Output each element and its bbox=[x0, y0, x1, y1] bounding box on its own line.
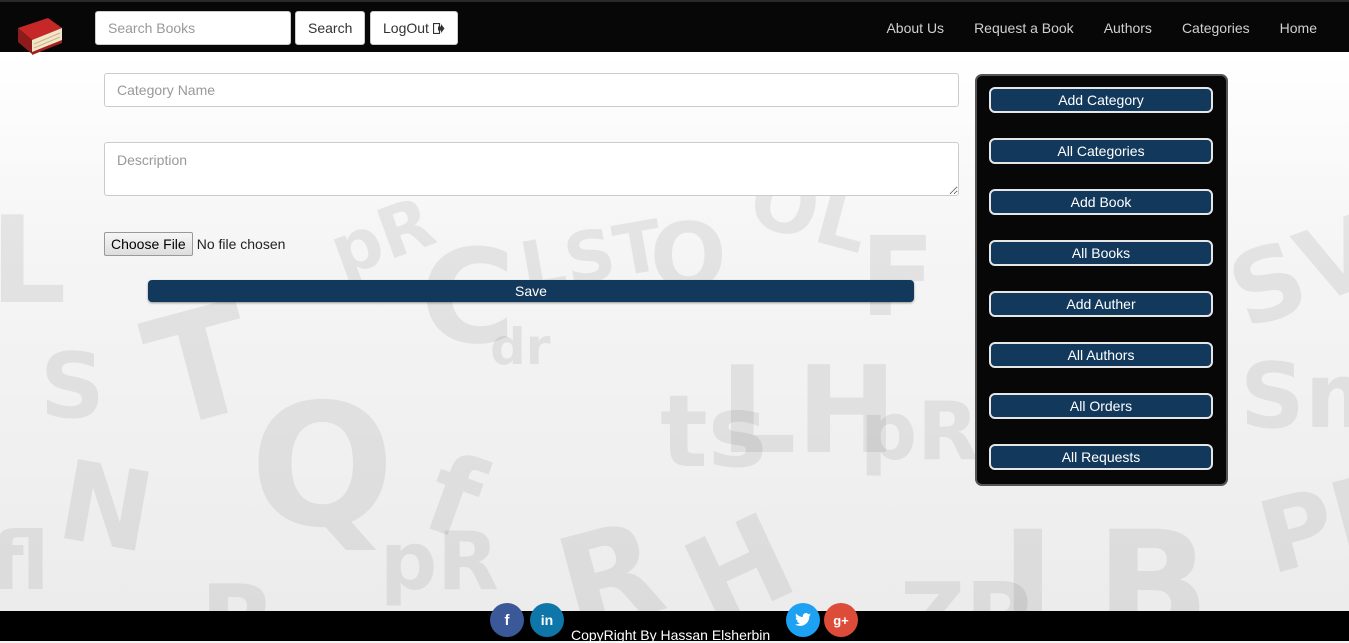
all-books-button[interactable]: All Books bbox=[989, 240, 1213, 266]
category-name-input[interactable] bbox=[104, 73, 959, 107]
all-categories-button[interactable]: All Categories bbox=[989, 138, 1213, 164]
twitter-icon[interactable] bbox=[786, 603, 820, 637]
save-button[interactable]: Save bbox=[148, 280, 914, 302]
logout-icon bbox=[432, 22, 445, 34]
linkedin-icon[interactable]: in bbox=[530, 603, 564, 637]
logout-button-label: LogOut bbox=[383, 20, 429, 36]
book-logo-icon[interactable] bbox=[14, 14, 66, 56]
file-status-text: No file chosen bbox=[196, 236, 286, 252]
choose-file-button[interactable]: Choose File bbox=[104, 232, 193, 256]
all-requests-button[interactable]: All Requests bbox=[989, 444, 1213, 470]
nav-links: About Us Request a Book Authors Categori… bbox=[871, 2, 1349, 54]
nav-link-request-a-book[interactable]: Request a Book bbox=[959, 20, 1089, 36]
nav-link-authors[interactable]: Authors bbox=[1089, 20, 1167, 36]
facebook-icon[interactable]: f bbox=[490, 603, 524, 637]
add-category-button[interactable]: Add Category bbox=[989, 87, 1213, 113]
add-author-button[interactable]: Add Auther bbox=[989, 291, 1213, 317]
add-book-button[interactable]: Add Book bbox=[989, 189, 1213, 215]
google-plus-icon[interactable]: g+ bbox=[824, 603, 858, 637]
all-orders-button[interactable]: All Orders bbox=[989, 393, 1213, 419]
nav-link-about-us[interactable]: About Us bbox=[871, 20, 959, 36]
description-textarea[interactable] bbox=[104, 142, 959, 196]
footer: f in CopyRight By Hassan Elsherbin g+ bbox=[0, 603, 1349, 643]
nav-link-home[interactable]: Home bbox=[1265, 20, 1332, 36]
search-books-input[interactable] bbox=[95, 11, 291, 45]
logout-button[interactable]: LogOut bbox=[370, 11, 458, 45]
top-navbar: Search LogOut About Us Request a Book Au… bbox=[0, 0, 1349, 55]
file-upload: Choose File No file chosen bbox=[104, 232, 285, 256]
admin-side-panel: Add Category All Categories Add Book All… bbox=[975, 74, 1228, 486]
search-button-label: Search bbox=[308, 20, 353, 36]
all-authors-button[interactable]: All Authors bbox=[989, 342, 1213, 368]
nav-link-categories[interactable]: Categories bbox=[1167, 20, 1265, 36]
search-button[interactable]: Search bbox=[295, 11, 366, 45]
